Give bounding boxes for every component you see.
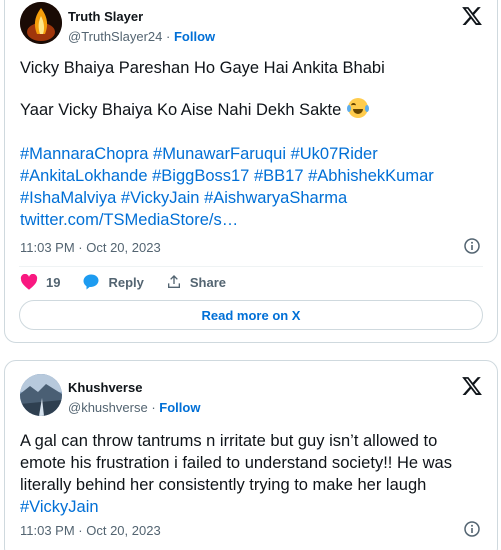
avatar[interactable] bbox=[20, 2, 62, 44]
share-button[interactable]: Share bbox=[166, 274, 226, 290]
author-name[interactable]: Khushverse bbox=[68, 380, 142, 395]
tweet-actions: 19 Reply Share bbox=[20, 272, 248, 292]
hashtag-link[interactable]: #AishwaryaSharma bbox=[204, 189, 347, 207]
tweet-text-line: Yaar Vicky Bhaiya Ko Aise Nahi Dekh Sakt… bbox=[20, 98, 485, 121]
tweet-text: Yaar Vicky Bhaiya Ko Aise Nahi Dekh Sakt… bbox=[20, 101, 342, 119]
like-count: 19 bbox=[46, 274, 61, 290]
reply-bubble-icon bbox=[83, 274, 99, 290]
reply-label: Reply bbox=[108, 274, 144, 290]
read-more-button[interactable]: Read more on X bbox=[19, 300, 483, 330]
hashtag-link[interactable]: #MunawarFaruqui bbox=[153, 145, 286, 163]
x-logo-icon[interactable] bbox=[461, 5, 483, 27]
divider bbox=[19, 266, 483, 267]
tweet-card: Khushverse @khushverse · Follow A gal ca… bbox=[4, 360, 498, 550]
tweet-text-line: Vicky Bhaiya Pareshan Ho Gaye Hai Ankita… bbox=[20, 59, 385, 77]
reply-button[interactable]: Reply bbox=[82, 273, 144, 291]
hashtag-link[interactable]: #IshaMalviya bbox=[20, 189, 116, 207]
author-handle-line: @TruthSlayer24 · Follow bbox=[68, 29, 215, 44]
x-logo-icon[interactable] bbox=[461, 375, 483, 397]
info-icon[interactable] bbox=[464, 521, 480, 537]
heart-icon bbox=[20, 274, 38, 290]
separator-dot: · bbox=[166, 29, 171, 44]
author-handle[interactable]: @khushverse bbox=[68, 400, 148, 415]
follow-button[interactable]: Follow bbox=[159, 400, 200, 415]
share-label: Share bbox=[189, 274, 227, 290]
avatar[interactable] bbox=[20, 374, 62, 416]
tweet-text-body: A gal can throw tantrums n irritate but … bbox=[20, 432, 452, 494]
hashtag-link[interactable]: #MannaraChopra bbox=[20, 145, 148, 163]
like-button[interactable]: 19 bbox=[20, 274, 60, 290]
tweet-card: Truth Slayer @TruthSlayer24 · Follow Vic… bbox=[4, 0, 498, 343]
author-handle-line: @khushverse · Follow bbox=[68, 400, 200, 415]
hashtag-link[interactable]: #BB17 bbox=[254, 167, 304, 185]
follow-button[interactable]: Follow bbox=[174, 29, 215, 44]
face-with-tears-of-joy-icon bbox=[346, 98, 369, 118]
hashtag-link[interactable]: #AnkitaLokhande bbox=[20, 167, 148, 185]
hashtag-link[interactable]: #AbhishekKumar bbox=[308, 167, 434, 185]
hashtag-link[interactable]: #VickyJain bbox=[121, 189, 200, 207]
external-link[interactable]: twitter.com/TSMediaStore/s… bbox=[20, 211, 238, 229]
hashtag-link[interactable]: #BiggBoss17 bbox=[152, 167, 249, 185]
timestamp[interactable]: 11:03 PM · Oct 20, 2023 bbox=[20, 523, 161, 538]
separator-dot: · bbox=[151, 400, 156, 415]
info-icon[interactable] bbox=[464, 238, 480, 254]
author-name[interactable]: Truth Slayer bbox=[68, 9, 143, 24]
share-icon bbox=[167, 275, 180, 288]
hashtag-link[interactable]: #Uk07Rider bbox=[291, 145, 378, 163]
hashtag-link[interactable]: #VickyJain bbox=[20, 498, 99, 516]
timestamp[interactable]: 11:03 PM · Oct 20, 2023 bbox=[20, 240, 161, 255]
tweet-hashtags: #MannaraChopra #MunawarFaruqui #Uk07Ride… bbox=[20, 143, 485, 231]
tweet-text: A gal can throw tantrums n irritate but … bbox=[20, 430, 485, 518]
author-handle[interactable]: @TruthSlayer24 bbox=[68, 29, 162, 44]
